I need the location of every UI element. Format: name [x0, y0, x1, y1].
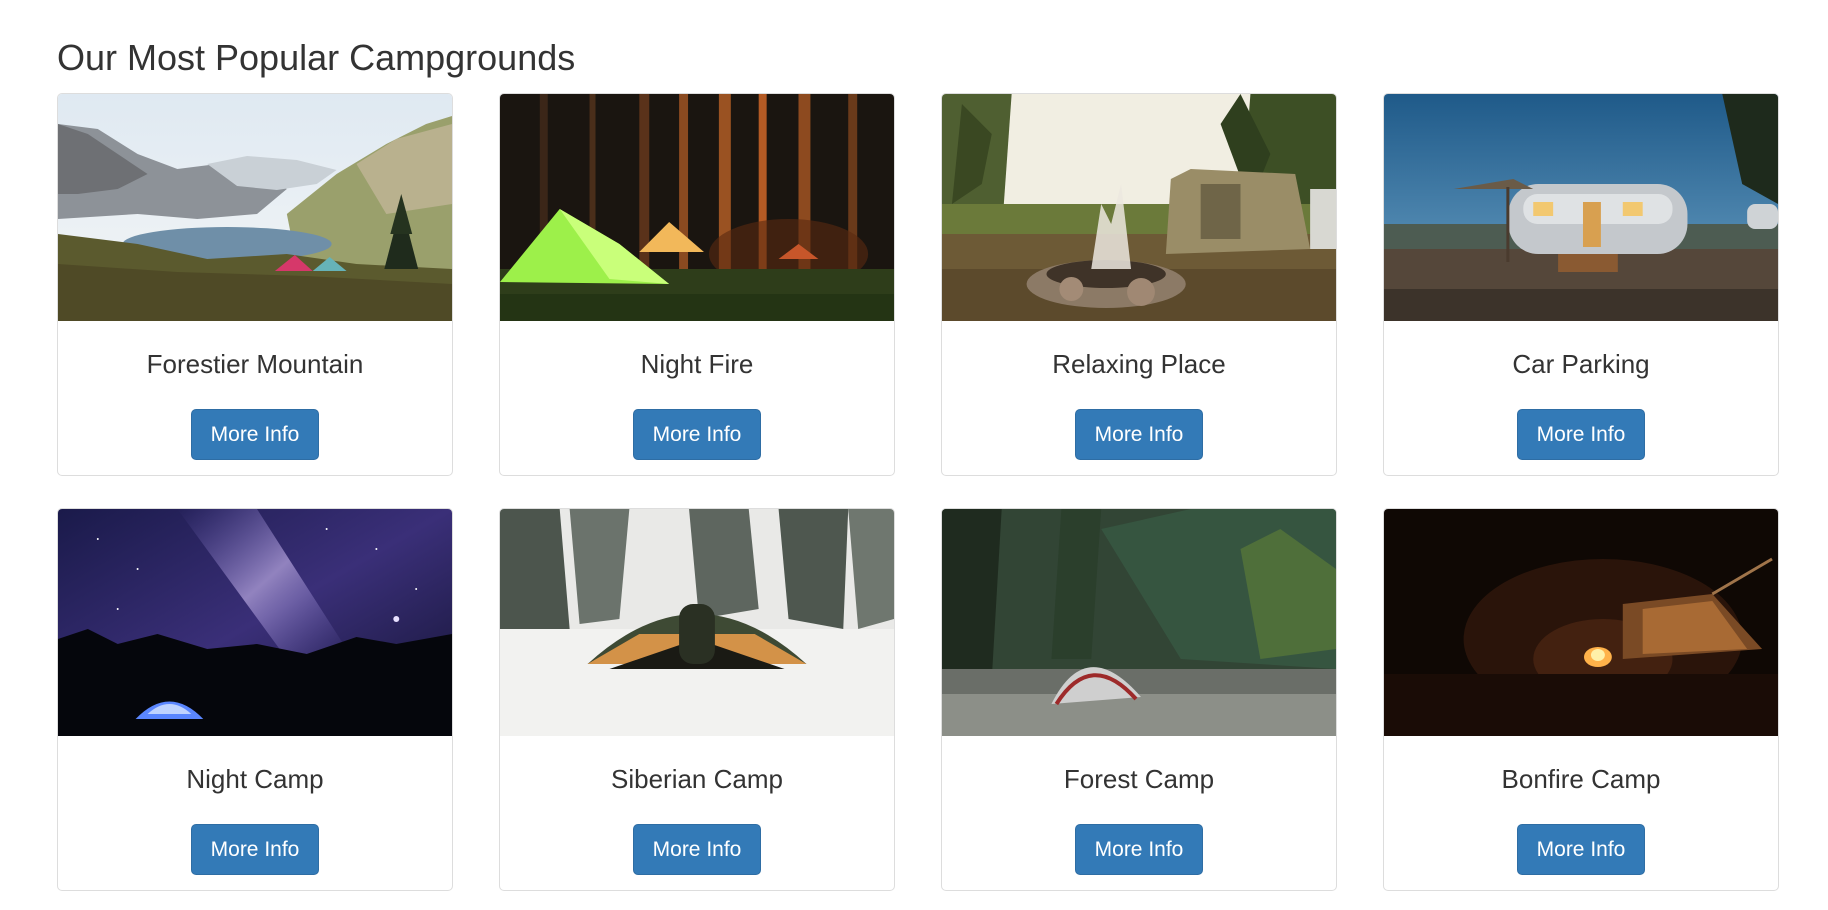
campground-name: Night Fire — [640, 349, 754, 379]
more-info-button[interactable]: More Info — [191, 824, 319, 875]
campground-card: Forestier Mountain More Info — [57, 93, 453, 476]
campground-grid: Forestier Mountain More Info Night Fire … — [57, 93, 1779, 891]
campground-card: Forest Camp More Info — [941, 508, 1337, 891]
campground-card: Night Fire More Info — [499, 93, 895, 476]
campground-name: Bonfire Camp — [1501, 764, 1661, 794]
campground-name: Siberian Camp — [611, 764, 783, 794]
more-info-button[interactable]: More Info — [191, 409, 319, 460]
milky-way-tent-image[interactable] — [58, 509, 452, 736]
bonfire-tent-night-image[interactable] — [1384, 509, 1778, 736]
more-info-button[interactable]: More Info — [1075, 824, 1203, 875]
campground-card: Bonfire Camp More Info — [1383, 508, 1779, 891]
campground-card: Siberian Camp More Info — [499, 508, 895, 891]
glowing-tents-forest-night-image[interactable] — [500, 94, 894, 321]
campfire-tent-trailer-image[interactable] — [942, 94, 1336, 321]
snow-tent-image[interactable] — [500, 509, 894, 736]
page: Our Most Popular Campgrounds Forestier M… — [0, 0, 1828, 910]
campground-card: Car Parking More Info — [1383, 93, 1779, 476]
campground-card: Night Camp More Info — [57, 508, 453, 891]
page-title: Our Most Popular Campgrounds — [57, 37, 576, 78]
more-info-button[interactable]: More Info — [1517, 409, 1645, 460]
forest-tent-image[interactable] — [942, 509, 1336, 736]
campground-name: Forest Camp — [1063, 764, 1215, 794]
campground-name: Forestier Mountain — [146, 349, 364, 379]
more-info-button[interactable]: More Info — [633, 409, 761, 460]
mountain-lake-tents-image[interactable] — [58, 94, 452, 321]
more-info-button[interactable]: More Info — [1075, 409, 1203, 460]
more-info-button[interactable]: More Info — [633, 824, 761, 875]
more-info-button[interactable]: More Info — [1517, 824, 1645, 875]
campground-name: Relaxing Place — [1052, 349, 1226, 379]
campground-name: Night Camp — [186, 764, 324, 794]
airstream-trailer-image[interactable] — [1384, 94, 1778, 321]
campground-name: Car Parking — [1512, 349, 1650, 379]
campground-card: Relaxing Place More Info — [941, 93, 1337, 476]
